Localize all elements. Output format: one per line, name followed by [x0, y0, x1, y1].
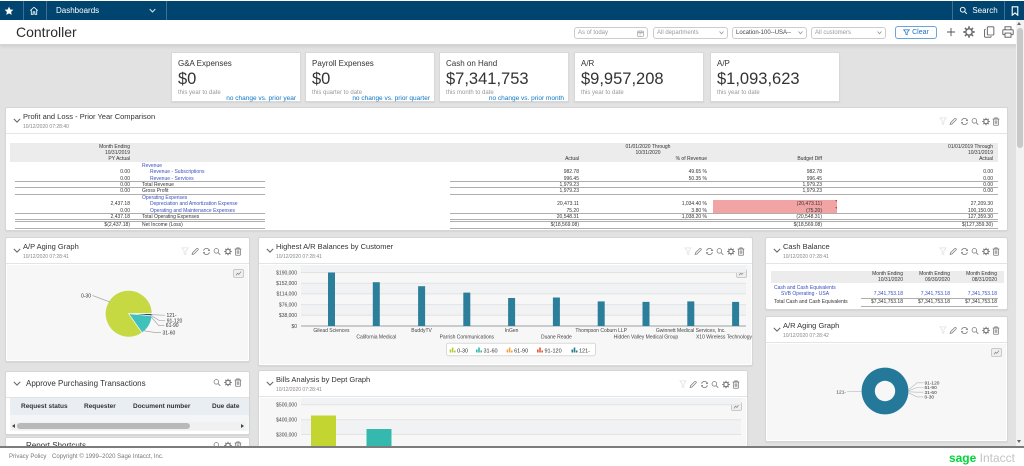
svg-text:$0: $0: [291, 324, 297, 330]
svg-text:$300,000: $300,000: [276, 432, 297, 438]
svg-text:121-: 121-: [836, 389, 846, 395]
svg-text:$500,000: $500,000: [276, 403, 297, 409]
svg-text:$190,000: $190,000: [276, 270, 297, 276]
svg-text:California Medical: California Medical: [356, 335, 396, 341]
svg-text:$400,000: $400,000: [276, 418, 297, 424]
svg-text:Hidden Valley Medical Group: Hidden Valley Medical Group: [614, 335, 679, 341]
svg-text:0-30: 0-30: [457, 349, 468, 355]
svg-text:91-120: 91-120: [545, 349, 562, 355]
svg-text:31-60: 31-60: [163, 330, 176, 336]
svg-text:Parrish Communications: Parrish Communications: [440, 335, 495, 341]
svg-text:0-30: 0-30: [925, 395, 935, 401]
svg-text:121-: 121-: [579, 349, 590, 355]
svg-text:61-90: 61-90: [166, 323, 179, 329]
svg-text:BuddyTV: BuddyTV: [411, 328, 432, 334]
svg-text:$38,000: $38,000: [279, 313, 297, 319]
svg-text:$152,000: $152,000: [276, 281, 297, 287]
svg-text:Gilead Sciences: Gilead Sciences: [313, 328, 350, 334]
svg-text:31-60: 31-60: [484, 349, 498, 355]
svg-text:InGen: InGen: [505, 328, 519, 334]
svg-text:Duane Reade: Duane Reade: [541, 335, 572, 341]
svg-text:0-30: 0-30: [81, 294, 91, 300]
svg-text:Gwinnett Medical Services, Inc: Gwinnett Medical Services, Inc.: [656, 328, 726, 334]
svg-text:X10 Wireless Technology: X10 Wireless Technology: [696, 335, 753, 341]
svg-text:61-90: 61-90: [514, 349, 528, 355]
svg-text:Thompson Coburn LLP: Thompson Coburn LLP: [575, 328, 627, 334]
svg-text:$76,000: $76,000: [279, 302, 297, 308]
svg-text:$114,000: $114,000: [277, 292, 298, 298]
